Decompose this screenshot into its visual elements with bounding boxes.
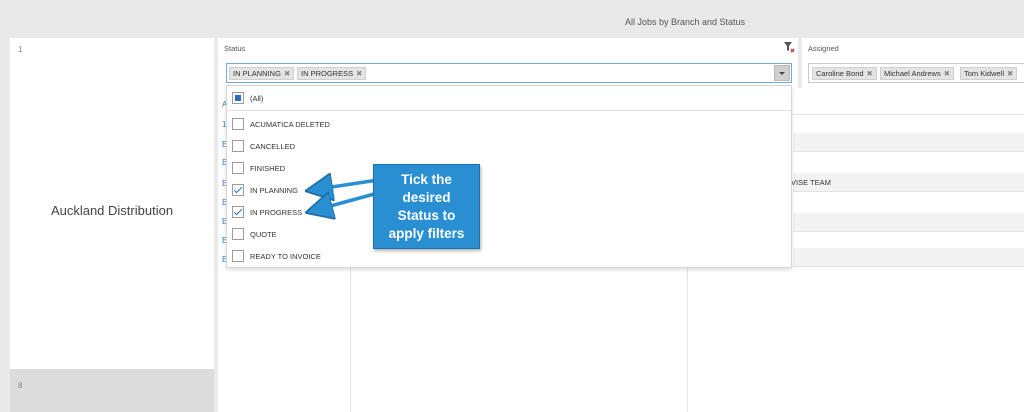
remove-tag-icon[interactable]: ✖ xyxy=(284,69,290,78)
assigned-tag[interactable]: Michael Andrews ✖ xyxy=(880,67,954,80)
grid-cell: VISE TEAM xyxy=(791,178,831,187)
checkbox[interactable] xyxy=(232,140,244,152)
status-option[interactable]: CANCELLED xyxy=(232,138,782,154)
remove-tag-icon[interactable]: ✖ xyxy=(1007,69,1013,78)
instruction-callout: Tick the desired Status to apply filters xyxy=(373,164,480,249)
status-option[interactable]: FINISHED xyxy=(232,160,782,176)
status-filter-label: Status xyxy=(224,44,246,53)
dropdown-toggle-button[interactable] xyxy=(774,65,790,81)
checkbox-checked[interactable] xyxy=(232,206,244,218)
status-option[interactable]: READY TO INVOICE xyxy=(232,248,782,264)
branch-panel-next: 8 xyxy=(10,369,214,412)
status-option-all[interactable]: (All) xyxy=(232,90,782,106)
status-tag[interactable]: IN PLANNING ✖ xyxy=(229,67,295,80)
status-option[interactable]: IN PROGRESS xyxy=(232,204,782,220)
branch-panel: 1 Auckland Distribution xyxy=(10,38,214,369)
dashboard-title: All Jobs by Branch and Status xyxy=(624,17,746,27)
checkbox-checked[interactable] xyxy=(232,184,244,196)
assigned-tag[interactable]: Tom Kidwell ✖ xyxy=(960,67,1018,80)
remove-tag-icon[interactable]: ✖ xyxy=(944,69,950,78)
row-number: 1 xyxy=(18,45,23,54)
status-option[interactable]: ACUMATICA DELETED xyxy=(232,116,782,132)
status-tag[interactable]: IN PROGRESS ✖ xyxy=(297,67,367,80)
filter-clear-icon[interactable] xyxy=(783,41,795,53)
status-option[interactable]: IN PLANNING xyxy=(232,182,782,198)
checkbox[interactable] xyxy=(232,250,244,262)
status-dropdown-list: (All) ACUMATICA DELETED CANCELLED FINISH… xyxy=(226,85,792,268)
assigned-tag[interactable]: Caroline Bond ✖ xyxy=(812,67,877,80)
branch-name: Auckland Distribution xyxy=(50,203,174,218)
remove-tag-icon[interactable]: ✖ xyxy=(356,69,362,78)
assigned-filter-label: Assigned xyxy=(808,44,839,53)
checkbox[interactable] xyxy=(232,118,244,130)
assigned-multiselect-input[interactable]: Caroline Bond ✖ Michael Andrews ✖ Tom Kidw… xyxy=(808,63,1024,83)
checkbox[interactable] xyxy=(232,92,244,104)
status-multiselect-input[interactable]: IN PLANNING ✖ IN PROGRESS ✖ xyxy=(226,63,792,83)
row-number: 8 xyxy=(18,381,23,390)
checkbox[interactable] xyxy=(232,162,244,174)
remove-tag-icon[interactable]: ✖ xyxy=(867,69,873,78)
status-option[interactable]: QUOTE xyxy=(232,226,782,242)
checkbox[interactable] xyxy=(232,228,244,240)
